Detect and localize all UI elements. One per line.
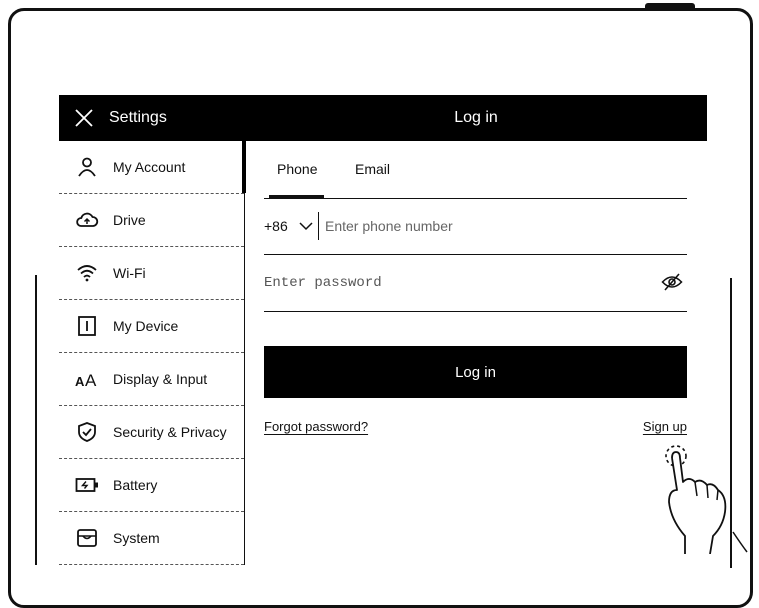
wifi-icon <box>75 261 99 285</box>
login-panel: Phone Email +86 Log in Forgot password? … <box>264 141 687 565</box>
sidebar-item-label: Security & Privacy <box>113 424 227 440</box>
svg-text:A: A <box>85 371 97 390</box>
eye-off-icon[interactable] <box>661 273 683 291</box>
sidebar-item-wifi[interactable]: Wi-Fi <box>59 247 244 300</box>
settings-title: Settings <box>109 109 167 126</box>
sidebar-item-label: Display & Input <box>113 371 208 387</box>
person-icon <box>75 155 99 179</box>
sidebar-item-label: My Device <box>113 318 179 334</box>
sidebar-item-my-account[interactable]: My Account <box>59 141 246 194</box>
password-input[interactable] <box>264 269 644 297</box>
phone-number-input[interactable] <box>318 212 685 240</box>
screen: Settings Log in My Account Drive Wi-Fi M… <box>59 95 707 565</box>
login-button[interactable]: Log in <box>264 346 687 398</box>
sidebar-item-label: Drive <box>113 212 146 228</box>
tab-phone[interactable]: Phone <box>277 161 317 177</box>
side-edge-right <box>730 278 732 568</box>
settings-sidebar: My Account Drive Wi-Fi My Device AA Disp… <box>59 141 246 565</box>
top-bar: Settings Log in <box>59 95 707 141</box>
sidebar-item-security-privacy[interactable]: Security & Privacy <box>59 406 244 459</box>
svg-text:A: A <box>75 374 85 389</box>
sidebar-item-label: My Account <box>113 159 186 175</box>
sign-up-link[interactable]: Sign up <box>643 419 687 434</box>
cloud-drive-icon <box>75 208 99 232</box>
tab-email[interactable]: Email <box>355 161 390 177</box>
sidebar-item-label: Wi-Fi <box>113 265 146 281</box>
system-icon <box>75 526 99 550</box>
login-tabs: Phone Email <box>264 141 687 199</box>
phone-row: +86 <box>264 198 687 255</box>
shield-icon <box>75 420 99 444</box>
sidebar-item-label: System <box>113 530 160 546</box>
sidebar-item-battery[interactable]: Battery <box>59 459 244 512</box>
side-edge-left <box>35 275 37 565</box>
close-icon[interactable] <box>73 107 95 129</box>
sidebar-item-system[interactable]: System <box>59 512 244 565</box>
font-size-icon: AA <box>75 367 99 391</box>
sidebar-item-drive[interactable]: Drive <box>59 194 244 247</box>
sidebar-item-label: Battery <box>113 477 158 493</box>
sidebar-item-display-input[interactable]: AA Display & Input <box>59 353 244 406</box>
power-button <box>645 3 695 10</box>
chevron-down-icon[interactable] <box>299 219 313 231</box>
country-code[interactable]: +86 <box>264 218 288 234</box>
battery-icon <box>75 473 99 497</box>
page-title: Log in <box>454 109 498 126</box>
device-icon <box>75 314 99 338</box>
password-row <box>264 254 687 312</box>
forgot-password-link[interactable]: Forgot password? <box>264 419 368 434</box>
sidebar-item-my-device[interactable]: My Device <box>59 300 244 353</box>
